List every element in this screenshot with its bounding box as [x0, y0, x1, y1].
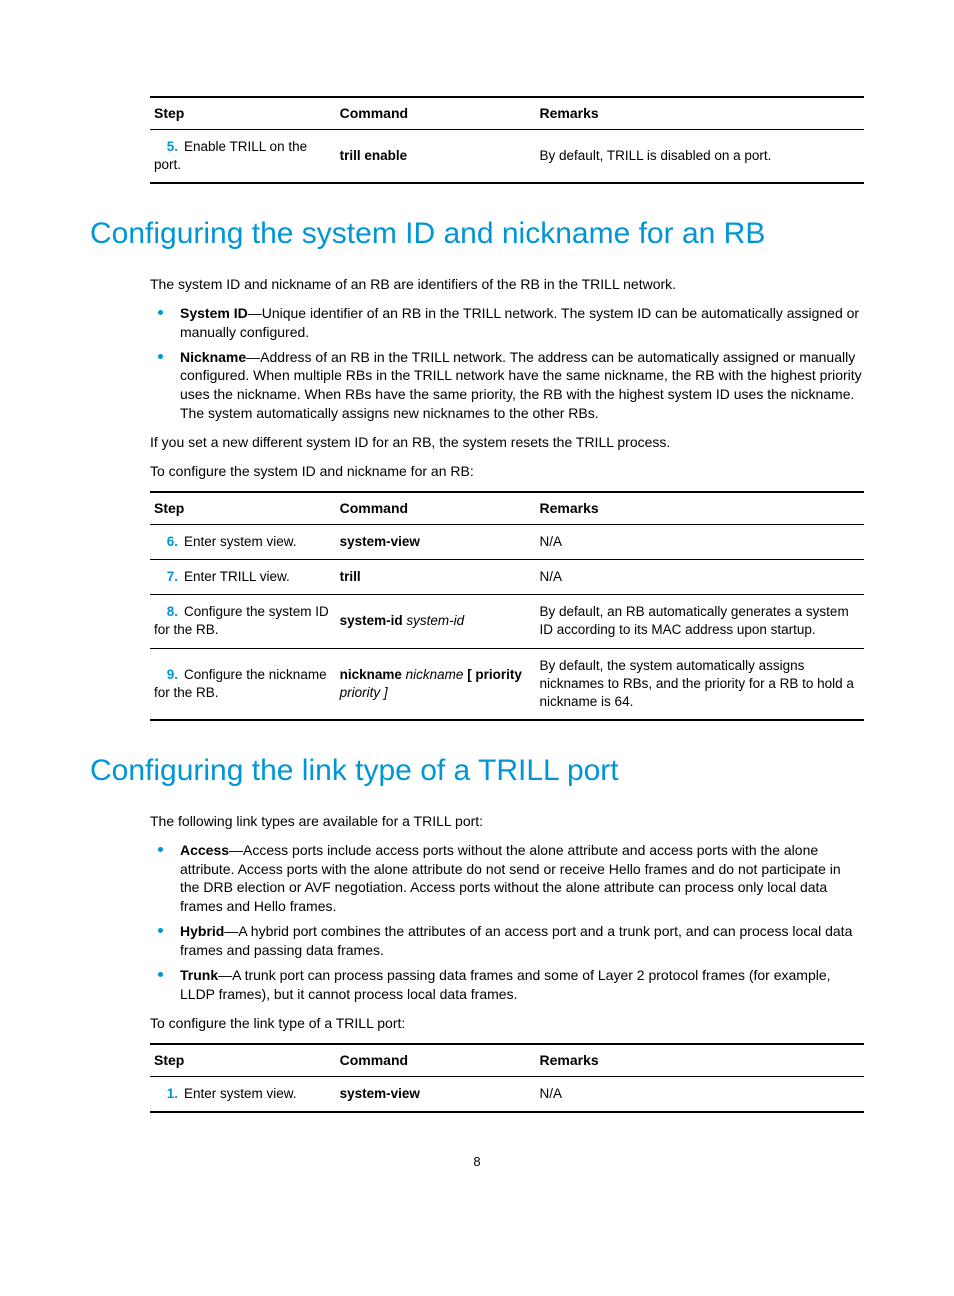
- bullet-list-1: System ID—Unique identifier of an RB in …: [150, 304, 864, 423]
- para: To configure the system ID and nickname …: [150, 462, 864, 481]
- table1-wrap: Step Command Remarks 5.Enable TRILL on t…: [150, 96, 864, 184]
- term-text: —A hybrid port combines the attributes o…: [180, 923, 852, 958]
- th-remarks: Remarks: [536, 1044, 864, 1076]
- cmd-italic2: priority ]: [340, 685, 388, 700]
- table-row: 6.Enter system view. system-view N/A: [150, 524, 864, 559]
- table-row: 9.Configure the nickname for the RB. nic…: [150, 648, 864, 720]
- step-number: 6.: [154, 533, 184, 551]
- term: System ID: [180, 305, 248, 321]
- step-number: 1.: [154, 1085, 184, 1103]
- step-number: 5.: [154, 138, 184, 156]
- th-step: Step: [150, 1044, 336, 1076]
- remarks-text: By default, the system automatically ass…: [536, 648, 864, 720]
- table2: Step Command Remarks 6.Enter system view…: [150, 491, 864, 721]
- table-row: 7.Enter TRILL view. trill N/A: [150, 559, 864, 594]
- list-item: Trunk—A trunk port can process passing d…: [150, 966, 864, 1004]
- term: Trunk: [180, 967, 218, 983]
- step-text: Enter system view.: [184, 1086, 297, 1101]
- th-command: Command: [336, 97, 536, 129]
- list-item: Access—Access ports include access ports…: [150, 841, 864, 917]
- th-command: Command: [336, 492, 536, 524]
- page-number: 8: [90, 1153, 864, 1171]
- step-text: Enter TRILL view.: [184, 569, 290, 584]
- intro-para: The system ID and nickname of an RB are …: [150, 275, 864, 294]
- th-step: Step: [150, 492, 336, 524]
- term: Access: [180, 842, 229, 858]
- th-remarks: Remarks: [536, 492, 864, 524]
- step-number: 8.: [154, 603, 184, 621]
- intro-para: The following link types are available f…: [150, 812, 864, 831]
- cmd-bold: system-view: [340, 1086, 420, 1101]
- list-item: Hybrid—A hybrid port combines the attrib…: [150, 922, 864, 960]
- table3: Step Command Remarks 1.Enter system view…: [150, 1043, 864, 1113]
- cmd-bold: system-id: [340, 613, 403, 628]
- remarks-text: N/A: [536, 559, 864, 594]
- cmd-italic: nickname: [402, 667, 467, 682]
- cmd-bold: trill: [340, 569, 361, 584]
- heading-system-id: Configuring the system ID and nickname f…: [90, 214, 864, 255]
- step-text: Enter system view.: [184, 534, 297, 549]
- th-remarks: Remarks: [536, 97, 864, 129]
- step-number: 7.: [154, 568, 184, 586]
- section1-body: The system ID and nickname of an RB are …: [150, 275, 864, 721]
- cmd-bold: nickname: [340, 667, 402, 682]
- remarks-text: By default, TRILL is disabled on a port.: [536, 129, 864, 183]
- para: If you set a new different system ID for…: [150, 433, 864, 452]
- cmd-bold: system-view: [340, 534, 420, 549]
- table-row: 5.Enable TRILL on the port. trill enable…: [150, 129, 864, 183]
- remarks-text: N/A: [536, 524, 864, 559]
- term-text: —Address of an RB in the TRILL network. …: [180, 349, 862, 422]
- term-text: —A trunk port can process passing data f…: [180, 967, 831, 1002]
- remarks-text: N/A: [536, 1076, 864, 1112]
- th-step: Step: [150, 97, 336, 129]
- heading-link-type: Configuring the link type of a TRILL por…: [90, 751, 864, 792]
- th-command: Command: [336, 1044, 536, 1076]
- table-row: 8.Configure the system ID for the RB. sy…: [150, 595, 864, 648]
- list-item: Nickname—Address of an RB in the TRILL n…: [150, 348, 864, 424]
- remarks-text: By default, an RB automatically generate…: [536, 595, 864, 648]
- step-number: 9.: [154, 666, 184, 684]
- cmd-italic: system-id: [403, 613, 465, 628]
- term: Nickname: [180, 349, 246, 365]
- table-row: 1.Enter system view. system-view N/A: [150, 1076, 864, 1112]
- cmd-bold2: [ priority: [467, 667, 522, 682]
- para: To configure the link type of a TRILL po…: [150, 1014, 864, 1033]
- term-text: —Access ports include access ports witho…: [180, 842, 841, 915]
- cmd-bold: trill enable: [340, 148, 408, 163]
- term-text: —Unique identifier of an RB in the TRILL…: [180, 305, 859, 340]
- list-item: System ID—Unique identifier of an RB in …: [150, 304, 864, 342]
- bullet-list-2: Access—Access ports include access ports…: [150, 841, 864, 1004]
- table1: Step Command Remarks 5.Enable TRILL on t…: [150, 96, 864, 184]
- term: Hybrid: [180, 923, 224, 939]
- section2-body: The following link types are available f…: [150, 812, 864, 1113]
